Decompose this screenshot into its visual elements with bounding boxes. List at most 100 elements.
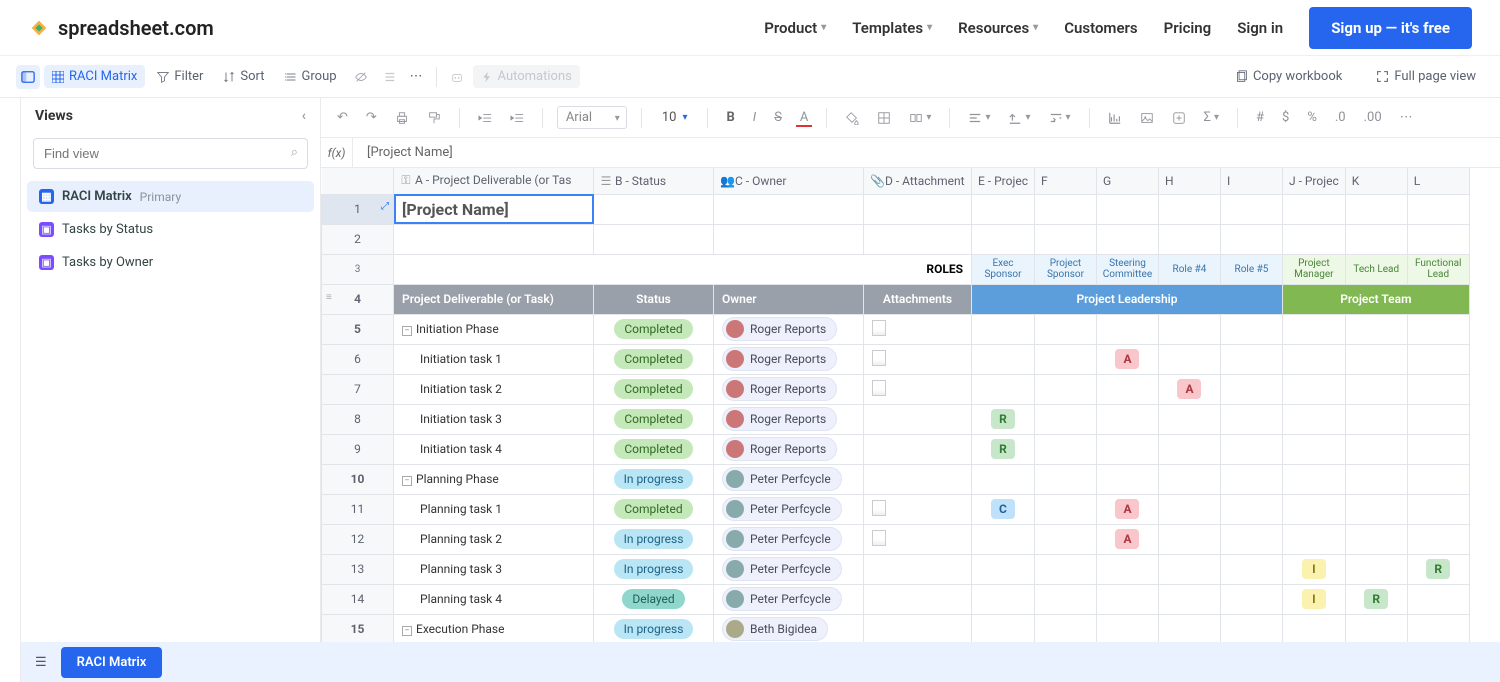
strike-button[interactable]: S [770,108,786,127]
row-header[interactable]: 3 [322,254,394,284]
more-button[interactable]: ⋯ [405,64,428,89]
fill-color-button[interactable] [841,109,863,127]
owner-cell[interactable]: Beth Bigidea [714,614,864,642]
task-cell[interactable]: −Execution Phase [394,614,594,642]
outdent-button[interactable] [474,109,496,127]
italic-button[interactable]: I [749,108,760,127]
task-cell[interactable]: Initiation task 2 [394,374,594,404]
task-cell[interactable]: Planning task 3 [394,554,594,584]
nav-signin[interactable]: Sign in [1237,19,1283,37]
hash-button[interactable]: # [1252,108,1268,127]
undo-button[interactable]: ↶ [333,108,352,127]
select-all-cell[interactable] [322,168,394,194]
task-cell[interactable]: Initiation task 1 [394,344,594,374]
row-header[interactable]: 12 [322,524,394,554]
row-header[interactable]: 7 [322,374,394,404]
owner-cell[interactable]: Roger Reports [714,314,864,344]
column-header[interactable]: 👥C - Owner [714,168,864,194]
brand[interactable]: spreadsheet.com [28,16,214,40]
task-cell[interactable]: −Planning Phase [394,464,594,494]
signup-button[interactable]: Sign up — it's free [1309,7,1472,49]
view-item[interactable]: ▣Tasks by Status [27,214,314,245]
indent-button[interactable] [506,109,528,127]
group-button[interactable]: Group [277,65,345,88]
fullpage-button[interactable]: Full page view [1368,65,1484,88]
status-cell[interactable]: In progress [594,554,714,584]
valign-button[interactable]: ▾ [1004,109,1034,127]
collapse-icon[interactable]: − [402,626,412,636]
indent-button[interactable] [377,65,401,89]
nav-resources[interactable]: Resources▾ [958,19,1038,37]
wrap-button[interactable]: ▾ [1045,109,1075,127]
attachment-cell[interactable] [864,374,972,404]
task-cell[interactable]: Planning task 1 [394,494,594,524]
halign-button[interactable]: ▾ [964,109,994,127]
merge-button[interactable]: ▾ [905,109,935,127]
column-header[interactable]: J - Projec [1282,168,1345,194]
formula-input[interactable]: [Project Name] [353,145,467,160]
percent-button[interactable]: % [1303,108,1321,127]
automations-button[interactable]: Automations [473,65,580,88]
row-header[interactable]: 11 [322,494,394,524]
owner-cell[interactable]: Roger Reports [714,344,864,374]
row-header[interactable]: ≡4 [322,284,394,314]
attachment-cell[interactable] [864,494,972,524]
nav-templates[interactable]: Templates▾ [852,19,932,37]
view-item[interactable]: ▦RACI Matrix Primary [27,181,314,212]
status-cell[interactable]: Completed [594,404,714,434]
column-header[interactable]: 📎D - Attachment [864,168,972,194]
chart-button[interactable] [1104,109,1126,127]
owner-cell[interactable]: Peter Perfcycle [714,584,864,614]
robot-button[interactable] [445,65,469,89]
column-header[interactable]: ⚿A - Project Deliverable (or Tas [394,168,594,194]
owner-cell[interactable]: Peter Perfcycle [714,494,864,524]
hide-button[interactable] [349,65,373,89]
column-header[interactable]: E - Projec [972,168,1035,194]
status-cell[interactable]: Completed [594,344,714,374]
cell-A1[interactable]: [Project Name] [394,194,594,224]
attachment-cell[interactable] [864,584,972,614]
view-item[interactable]: ▣Tasks by Owner [27,247,314,278]
row-header[interactable]: 10 [322,464,394,494]
row-header[interactable]: 9 [322,434,394,464]
nav-pricing[interactable]: Pricing [1164,19,1212,37]
text-color-button[interactable]: A [796,108,812,127]
owner-cell[interactable]: Peter Perfcycle [714,524,864,554]
sheets-menu-button[interactable]: ☰ [35,655,47,670]
status-cell[interactable]: In progress [594,614,714,642]
bold-button[interactable]: B [722,108,738,127]
toggle-sidebar-button[interactable] [16,65,40,89]
find-view-input[interactable] [33,138,308,169]
attachment-cell[interactable] [864,524,972,554]
attachment-cell[interactable] [864,464,972,494]
row-header[interactable]: 5 [322,314,394,344]
status-cell[interactable]: Completed [594,494,714,524]
nav-product[interactable]: Product▾ [764,19,826,37]
currency-button[interactable]: $ [1278,108,1293,127]
column-header[interactable]: F [1034,168,1096,194]
sort-button[interactable]: Sort [215,65,272,88]
column-header[interactable]: H [1158,168,1220,194]
owner-cell[interactable]: Peter Perfcycle [714,554,864,584]
task-cell[interactable]: −Initiation Phase [394,314,594,344]
status-cell[interactable]: Completed [594,434,714,464]
row-header[interactable]: 13 [322,554,394,584]
sheet-tab-raci[interactable]: RACI Matrix [61,647,163,678]
attachment-cell[interactable] [864,554,972,584]
more-format-button[interactable]: ⋯ [1396,108,1417,127]
owner-cell[interactable]: Roger Reports [714,434,864,464]
column-header[interactable]: L [1407,168,1469,194]
owner-cell[interactable]: Peter Perfcycle [714,464,864,494]
comment-button[interactable] [1168,109,1190,127]
owner-cell[interactable]: Roger Reports [714,404,864,434]
font-size-select[interactable]: 10▾ [656,107,694,128]
view-name-button[interactable]: RACI Matrix [44,65,145,88]
row-header[interactable]: 2 [322,224,394,254]
attachment-cell[interactable] [864,614,972,642]
row-header[interactable]: 6 [322,344,394,374]
task-cell[interactable]: Planning task 2 [394,524,594,554]
column-header[interactable]: I [1220,168,1282,194]
owner-cell[interactable]: Roger Reports [714,374,864,404]
row-header[interactable]: 1⤢ [322,194,394,224]
attachment-cell[interactable] [864,404,972,434]
